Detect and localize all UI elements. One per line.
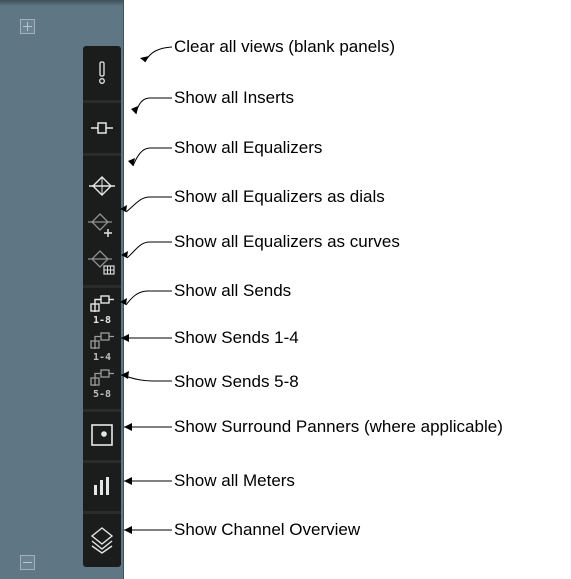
label-clear-views: Clear all views (blank panels) [174,37,396,56]
label-eq-curves: Show all Equalizers as curves [174,232,400,251]
label-eq-dials: Show all Equalizers as dials [174,187,385,206]
label-sends-5-8: Show Sends 5-8 [174,372,299,391]
label-surround: Show Surround Panners (where applicable) [174,417,503,436]
label-sends-1-4: Show Sends 1-4 [174,328,299,347]
label-meters: Show all Meters [174,471,295,490]
label-sends-all: Show all Sends [174,281,292,300]
label-equalizers: Show all Equalizers [174,138,323,157]
label-inserts: Show all Inserts [174,88,294,107]
label-overview: Show Channel Overview [174,520,361,539]
